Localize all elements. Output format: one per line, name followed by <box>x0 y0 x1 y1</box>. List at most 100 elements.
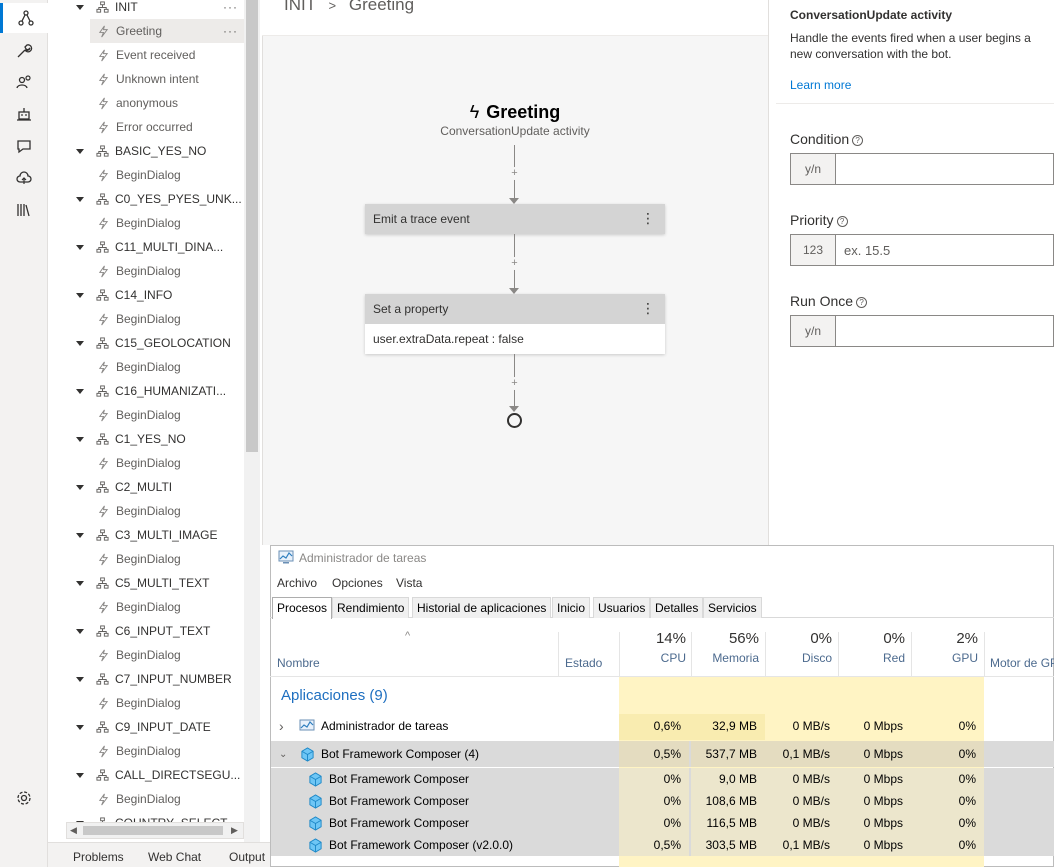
tree-dialog-item[interactable]: C3_MULTI_IMAGE <box>48 523 244 547</box>
tab-output[interactable]: Output <box>229 850 265 864</box>
chevron-down-icon[interactable] <box>75 482 85 492</box>
tab-procesos[interactable]: Procesos <box>272 597 333 619</box>
chevron-down-icon[interactable] <box>75 434 85 444</box>
priority-field[interactable]: 123 ex. 15.5 <box>790 234 1054 266</box>
tab-usuarios[interactable]: Usuarios <box>593 597 651 618</box>
tab-historial[interactable]: Historial de aplicaciones <box>412 597 552 618</box>
menu-archivo[interactable]: Archivo <box>277 576 317 590</box>
help-icon[interactable]: ? <box>852 135 864 146</box>
menu-vista[interactable]: Vista <box>396 576 422 590</box>
tab-inicio[interactable]: Inicio <box>552 597 591 618</box>
tree-trigger-item[interactable]: BeginDialog <box>48 643 244 667</box>
tree-trigger-item[interactable]: BeginDialog <box>48 307 244 331</box>
more-options-icon[interactable]: ··· <box>223 24 238 38</box>
tree-dialog-item[interactable]: C9_INPUT_DATE <box>48 715 244 739</box>
chevron-down-icon[interactable] <box>75 530 85 540</box>
more-options-icon[interactable]: ⋮ <box>641 210 655 227</box>
chevron-down-icon[interactable] <box>75 194 85 204</box>
tree-trigger-item[interactable]: Greeting ··· <box>90 19 244 43</box>
help-icon[interactable]: ? <box>856 297 868 308</box>
chevron-down-icon[interactable]: ⌄ <box>279 741 287 767</box>
col-disco[interactable]: 0% Disco <box>765 630 832 675</box>
tree-dialog-item[interactable]: C5_MULTI_TEXT <box>48 571 244 595</box>
breadcrumb-current[interactable]: Greeting <box>349 0 414 14</box>
chevron-down-icon[interactable] <box>75 338 85 348</box>
condition-value[interactable] <box>836 154 844 184</box>
subprocess-row[interactable]: Bot Framework Composer (v2.0.0) 0,5% 303,5… <box>271 834 1054 856</box>
chevron-down-icon[interactable] <box>75 722 85 732</box>
tree-trigger-item[interactable]: BeginDialog <box>48 499 244 523</box>
tree-dialog-item[interactable]: C11_MULTI_DINA... <box>48 235 244 259</box>
tab-problems[interactable]: Problems <box>73 850 124 864</box>
tree-dialog-item[interactable]: BASIC_YES_NO <box>48 139 244 163</box>
tree-trigger-item[interactable]: BeginDialog <box>48 595 244 619</box>
cloud-upload-icon[interactable] <box>0 163 48 193</box>
breadcrumb-root[interactable]: INIT <box>284 0 316 14</box>
more-options-icon[interactable]: ⋮ <box>641 300 655 317</box>
help-icon[interactable]: ? <box>836 216 848 227</box>
col-nombre[interactable]: Nombre <box>277 656 320 670</box>
tree-trigger-item[interactable]: Error occurred <box>48 115 244 139</box>
tree-trigger-item[interactable]: BeginDialog <box>48 739 244 763</box>
chevron-down-icon[interactable] <box>75 386 85 396</box>
chevron-down-icon[interactable] <box>75 2 85 12</box>
chevron-right-icon[interactable]: › <box>279 715 284 737</box>
tree-trigger-item[interactable]: BeginDialog <box>48 787 244 811</box>
tree-trigger-item[interactable]: Unknown intent <box>48 67 244 91</box>
action-node-trace[interactable]: Emit a trace event ⋮ <box>365 204 665 234</box>
subprocess-row[interactable]: Bot Framework Composer 0% 108,6 MB 0 MB/s 0 … <box>271 790 1054 812</box>
process-row[interactable]: ⌄ Bot Framework Composer (4) 0,5% 537,7 MB 0… <box>271 741 1054 767</box>
tree-dialog-item[interactable]: C2_MULTI <box>48 475 244 499</box>
col-memoria[interactable]: 56% Memoria <box>691 630 759 675</box>
tree-trigger-item[interactable]: BeginDialog <box>48 163 244 187</box>
add-action-icon[interactable]: + <box>508 377 521 390</box>
tree-trigger-item[interactable]: BeginDialog <box>48 403 244 427</box>
col-cpu[interactable]: 14% CPU <box>619 630 686 675</box>
learn-more-link[interactable]: Learn more <box>790 78 851 92</box>
trigger-node[interactable]: ϟ Greeting ConversationUpdate activity <box>440 102 590 138</box>
condition-field[interactable]: y/n <box>790 153 1054 185</box>
tab-web-chat[interactable]: Web Chat <box>148 850 201 864</box>
scroll-left-icon[interactable]: ◀ <box>70 825 77 836</box>
tree-trigger-item[interactable]: BeginDialog <box>48 691 244 715</box>
action-node-set-property[interactable]: Set a property ⋮ user.extraData.repeat :… <box>365 294 665 354</box>
design-icon[interactable] <box>0 3 48 33</box>
priority-placeholder[interactable]: ex. 15.5 <box>836 235 890 265</box>
tree-dialog-item[interactable]: C7_INPUT_NUMBER <box>48 667 244 691</box>
chevron-down-icon[interactable] <box>75 146 85 156</box>
tab-servicios[interactable]: Servicios <box>703 597 762 618</box>
add-action-icon[interactable]: + <box>508 257 521 270</box>
process-row[interactable]: › Administrador de tareas 0,6% 32,9 MB 0 MB/… <box>271 715 1054 737</box>
run-once-value[interactable] <box>836 316 844 346</box>
wrench-icon[interactable] <box>0 36 48 66</box>
menu-opciones[interactable]: Opciones <box>332 576 383 590</box>
tree-dialog-item[interactable]: C14_INFO <box>48 283 244 307</box>
tab-rendimiento[interactable]: Rendimiento <box>332 597 410 618</box>
tree-dialog-item[interactable]: C15_GEOLOCATION <box>48 331 244 355</box>
col-red[interactable]: 0% Red <box>838 630 905 675</box>
col-motor-gpu[interactable]: Motor de GPU <box>990 656 1054 670</box>
subprocess-row[interactable]: Bot Framework Composer 0% 9,0 MB 0 MB/s 0 Mb… <box>271 768 1054 790</box>
chevron-down-icon[interactable] <box>75 626 85 636</box>
tree-dialog-item[interactable]: C1_YES_NO <box>48 427 244 451</box>
tree-trigger-item[interactable]: Event received <box>48 43 244 67</box>
tree-dialog-item[interactable]: CALL_DIRECTSEGU... <box>48 763 244 787</box>
library-icon[interactable] <box>0 195 48 225</box>
chevron-down-icon[interactable] <box>75 242 85 252</box>
tree-trigger-item[interactable]: BeginDialog <box>48 451 244 475</box>
run-once-field[interactable]: y/n <box>790 315 1054 347</box>
add-action-icon[interactable]: + <box>508 167 521 180</box>
tree-dialog-item[interactable]: C0_YES_PYES_UNK... <box>48 187 244 211</box>
users-icon[interactable] <box>0 67 48 97</box>
tree-trigger-item[interactable]: anonymous <box>48 91 244 115</box>
tab-detalles[interactable]: Detalles <box>650 597 704 618</box>
col-gpu[interactable]: 2% GPU <box>911 630 978 675</box>
tree-horizontal-scrollbar-thumb[interactable] <box>83 826 223 835</box>
chevron-down-icon[interactable] <box>75 290 85 300</box>
bot-icon[interactable] <box>0 99 48 129</box>
subprocess-row[interactable]: Bot Framework Composer 0% 116,5 MB 0 MB/s 0 … <box>271 812 1054 834</box>
chevron-down-icon[interactable] <box>75 770 85 780</box>
chat-icon[interactable] <box>0 131 48 161</box>
tree-dialog-item[interactable]: C6_INPUT_TEXT <box>48 619 244 643</box>
tree-trigger-item[interactable]: BeginDialog <box>48 259 244 283</box>
